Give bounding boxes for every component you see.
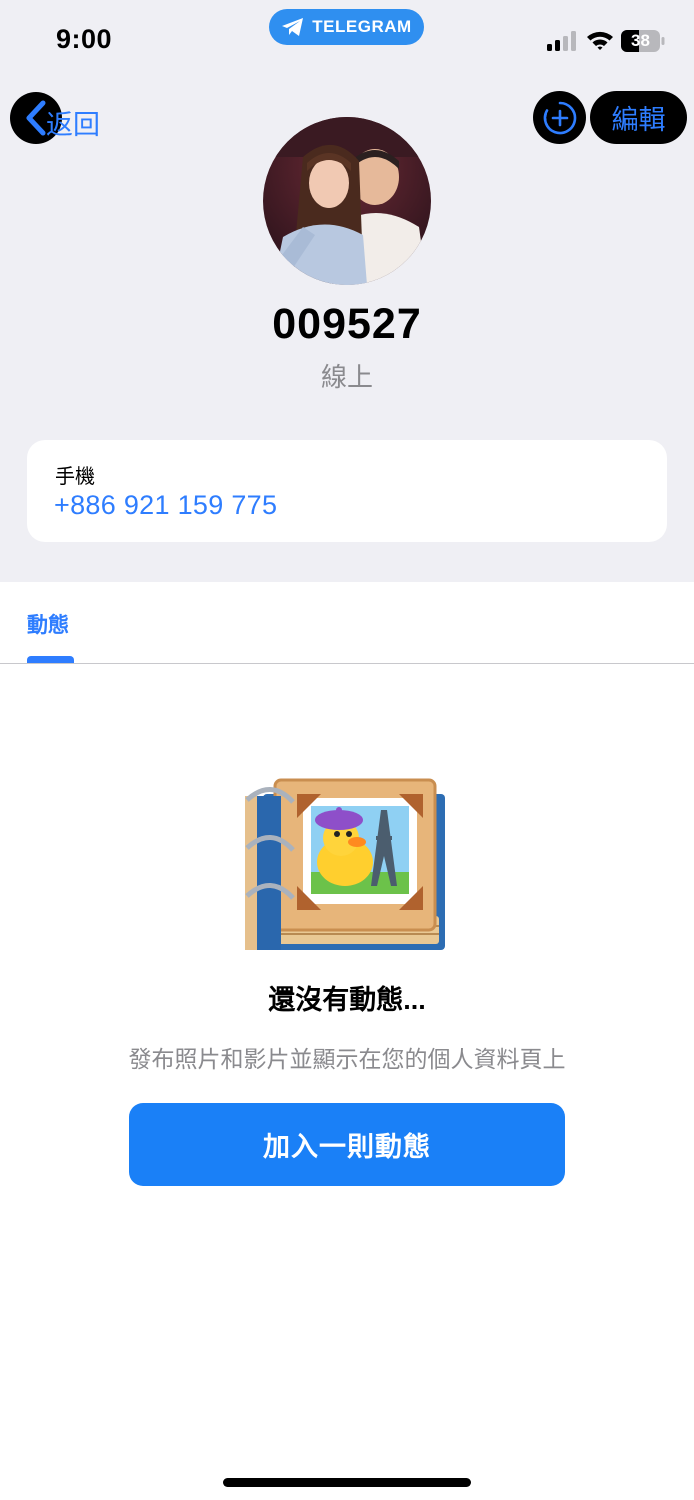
add-story-button[interactable]: [533, 91, 586, 144]
cellular-signal-icon: [547, 31, 576, 51]
tab-divider: [0, 663, 694, 664]
photo-album-icon: [245, 778, 445, 950]
avatar[interactable]: [263, 117, 431, 285]
home-indicator[interactable]: [223, 1478, 471, 1487]
avatar-photo: [263, 117, 431, 285]
battery-indicator: 38: [621, 30, 665, 52]
telegram-icon: [282, 18, 304, 36]
profile-name: 009527: [272, 300, 422, 348]
battery-level: 38: [631, 31, 650, 50]
back-label: 返回: [46, 110, 100, 140]
telegram-pill-label: TELEGRAM: [312, 17, 412, 36]
presence-status: 線上: [320, 362, 373, 392]
tab-stories[interactable]: 動態: [27, 609, 69, 639]
empty-state-subtitle: 發布照片和影片並顯示在您的個人資料頁上: [128, 1046, 566, 1072]
telegram-pill[interactable]: TELEGRAM: [269, 9, 424, 45]
add-story-cta-button[interactable]: 加入一則動態: [129, 1103, 565, 1186]
add-story-icon: [543, 101, 576, 134]
wifi-icon: [587, 31, 613, 50]
phone-info-card[interactable]: 手機 +886 921 159 775: [27, 440, 667, 542]
chevron-left-icon: [26, 100, 46, 136]
edit-button[interactable]: 編輯: [590, 91, 687, 144]
status-time: 9:00: [56, 24, 113, 54]
phone-label: 手機: [55, 466, 95, 488]
phone-number[interactable]: +886 921 159 775: [54, 490, 277, 521]
empty-state-title: 還沒有動態...: [268, 985, 426, 1015]
back-button[interactable]: 返回: [10, 92, 100, 144]
